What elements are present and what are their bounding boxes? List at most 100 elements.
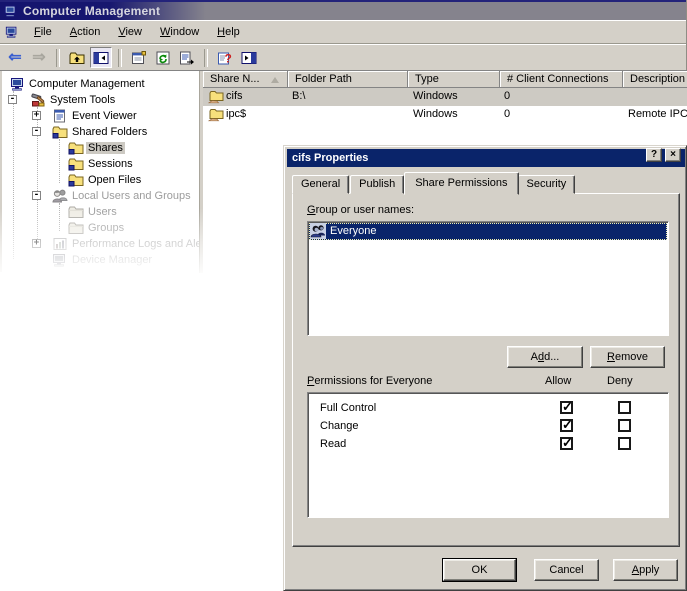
refresh-button[interactable] <box>152 47 174 68</box>
deny-column-header: Deny <box>607 375 633 387</box>
back-button[interactable]: ⇐ <box>4 47 26 68</box>
console-tree-pane: Computer Management - System Tools + Eve… <box>2 71 200 273</box>
permissions-listbox[interactable]: Full Control Change Read <box>307 392 669 518</box>
shared-folder-icon <box>68 156 84 172</box>
remove-button[interactable]: Remove <box>590 346 665 368</box>
dialog-titlebar[interactable]: cifs Properties <box>287 149 685 167</box>
toolbar-separator <box>56 48 60 67</box>
tree-item-users[interactable]: Users <box>2 204 199 220</box>
cifs-properties-dialog: cifs Properties ? × General Publish Shar… <box>283 145 687 591</box>
tree-item-performance-logs-and-alerts[interactable]: + Performance Logs and Alert: <box>2 236 199 252</box>
apply-button[interactable]: Apply <box>613 559 678 581</box>
folder-icon <box>68 204 84 220</box>
expand-toggle[interactable]: + <box>32 111 41 120</box>
column-header-share-name[interactable]: Share N... <box>203 71 288 88</box>
toolbar-separator <box>204 48 208 67</box>
ok-button[interactable]: OK <box>443 559 516 581</box>
deny-checkbox-change[interactable] <box>618 419 631 432</box>
event-viewer-icon <box>52 108 68 124</box>
performance-icon <box>52 236 68 252</box>
share-row-ipc[interactable]: ipc$ Windows 0 Remote IPC <box>203 106 687 124</box>
show-hide-console-tree-button[interactable] <box>90 47 112 68</box>
context-help-button[interactable]: ? <box>646 148 662 162</box>
forward-button[interactable]: ⇒ <box>28 47 50 68</box>
permissions-for-everyone-label: Permissions for Everyone <box>307 375 433 387</box>
allow-column-header: Allow <box>545 375 572 387</box>
allow-checkbox-full-control[interactable] <box>560 399 573 415</box>
tree-item-groups[interactable]: Groups <box>2 220 199 236</box>
tree-item-computer-management[interactable]: Computer Management <box>2 76 199 92</box>
tree-item-system-tools[interactable]: - System Tools <box>2 92 199 108</box>
permission-row-change: Change <box>308 417 668 435</box>
menu-file[interactable]: File <box>25 24 61 40</box>
add-button[interactable]: Add... <box>507 346 583 368</box>
group-user-listbox[interactable]: Everyone <box>307 221 669 336</box>
help-icon <box>217 50 233 66</box>
folder-icon <box>68 220 84 236</box>
tree-item-sessions[interactable]: Sessions <box>2 156 199 172</box>
toolbar-separator <box>118 48 122 67</box>
deny-checkbox-full-control[interactable] <box>618 401 631 414</box>
tree-item-shares[interactable]: Shares <box>2 140 199 156</box>
properties-icon <box>131 50 147 66</box>
collapse-toggle[interactable]: - <box>8 95 17 104</box>
shared-folder-hand-icon <box>208 107 224 123</box>
computer-icon <box>52 252 68 268</box>
menu-action[interactable]: Action <box>61 24 110 40</box>
toolbar: ⇐ ⇒ <box>0 44 686 71</box>
tab-security[interactable]: Security <box>517 175 576 194</box>
properties-button[interactable] <box>128 47 150 68</box>
cancel-button[interactable]: Cancel <box>534 559 599 581</box>
tree-item-local-users-and-groups[interactable]: - Local Users and Groups <box>2 188 199 204</box>
shared-folder-hand-icon <box>208 89 224 105</box>
list-item-everyone[interactable]: Everyone <box>309 223 667 240</box>
close-button[interactable]: × <box>665 148 681 162</box>
expand-toggle[interactable]: + <box>32 239 41 248</box>
forward-arrow-icon: ⇒ <box>32 48 46 66</box>
tab-general[interactable]: General <box>292 175 350 194</box>
collapse-toggle[interactable]: - <box>32 191 41 200</box>
folder-up-icon <box>69 50 85 66</box>
export-list-button[interactable] <box>176 47 198 68</box>
shared-folder-icon <box>52 124 68 140</box>
window-titlebar[interactable]: Computer Management <box>0 0 686 20</box>
show-hide-action-pane-button[interactable] <box>238 47 260 68</box>
action-pane-icon <box>241 50 257 66</box>
column-header-client-connections[interactable]: # Client Connections <box>500 71 623 88</box>
dialog-title: cifs Properties <box>292 152 369 164</box>
tree-item-event-viewer[interactable]: + Event Viewer <box>2 108 199 124</box>
permission-row-read: Read <box>308 435 668 453</box>
menu-help[interactable]: Help <box>208 24 249 40</box>
allow-checkbox-change[interactable] <box>560 417 573 433</box>
help-button[interactable] <box>214 47 236 68</box>
computer-icon <box>4 4 18 18</box>
everyone-group-icon <box>310 223 326 239</box>
share-row-cifs[interactable]: cifs B:\ Windows 0 <box>203 88 687 106</box>
column-header-type[interactable]: Type <box>408 71 500 88</box>
collapse-toggle[interactable]: - <box>32 127 41 136</box>
users-icon <box>52 188 68 204</box>
screen: Computer Management File Action View Win… <box>0 0 687 591</box>
export-list-icon <box>179 50 195 66</box>
window-title: Computer Management <box>23 4 161 18</box>
computer-icon <box>10 76 26 92</box>
tree-item-device-manager[interactable]: Device Manager <box>2 252 199 268</box>
console-window-icon <box>5 25 19 39</box>
tree-item-shared-folders[interactable]: - Shared Folders <box>2 124 199 140</box>
refresh-icon <box>155 50 171 66</box>
tree-item-open-files[interactable]: Open Files <box>2 172 199 188</box>
back-arrow-icon: ⇐ <box>8 48 22 66</box>
deny-checkbox-read[interactable] <box>618 437 631 450</box>
allow-checkbox-read[interactable] <box>560 435 573 451</box>
shared-folder-icon <box>68 172 84 188</box>
menu-window[interactable]: Window <box>151 24 208 40</box>
column-header-description[interactable]: Description <box>623 71 687 88</box>
up-one-level-button[interactable] <box>66 47 88 68</box>
tab-share-permissions[interactable]: Share Permissions <box>404 172 519 195</box>
group-or-user-names-label: Group or user names: <box>307 204 414 216</box>
column-header-folder-path[interactable]: Folder Path <box>288 71 408 88</box>
tab-publish[interactable]: Publish <box>350 175 405 194</box>
share-permissions-page: Group or user names: Everyone Add... Rem… <box>292 193 680 547</box>
tab-strip: General Publish Share Permissions Securi… <box>292 171 576 195</box>
menu-view[interactable]: View <box>109 24 151 40</box>
